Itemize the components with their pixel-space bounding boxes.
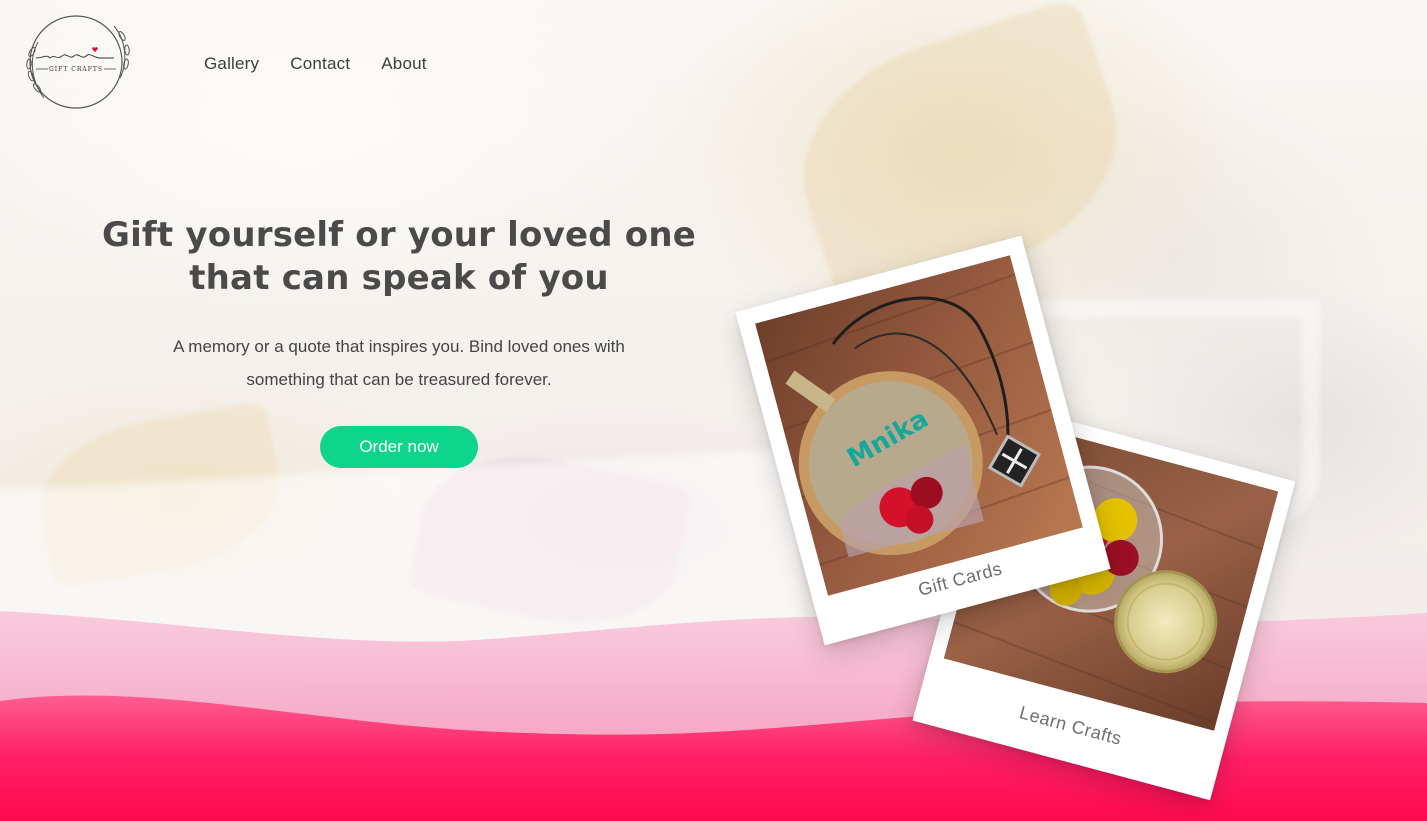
nav-link-contact[interactable]: Contact — [290, 54, 350, 74]
nav-link-gallery[interactable]: Gallery — [204, 54, 259, 74]
nav-link-about[interactable]: About — [381, 54, 426, 74]
main-nav: Gallery Contact About — [204, 54, 427, 74]
hero-section: Gift yourself or your loved one that can… — [100, 214, 698, 468]
order-now-button[interactable]: Order now — [320, 426, 478, 468]
hero-title: Gift yourself or your loved one that can… — [101, 215, 697, 298]
gift-cards-photo: Mnika — [754, 255, 1083, 596]
logo-wordmark: GIFT CRAFTS — [49, 66, 103, 73]
heart-icon — [92, 47, 98, 52]
brand-logo[interactable]: GIFT CRAFTS — [14, 12, 136, 112]
hero-subtitle: A memory or a quote that inspires you. B… — [173, 337, 625, 389]
